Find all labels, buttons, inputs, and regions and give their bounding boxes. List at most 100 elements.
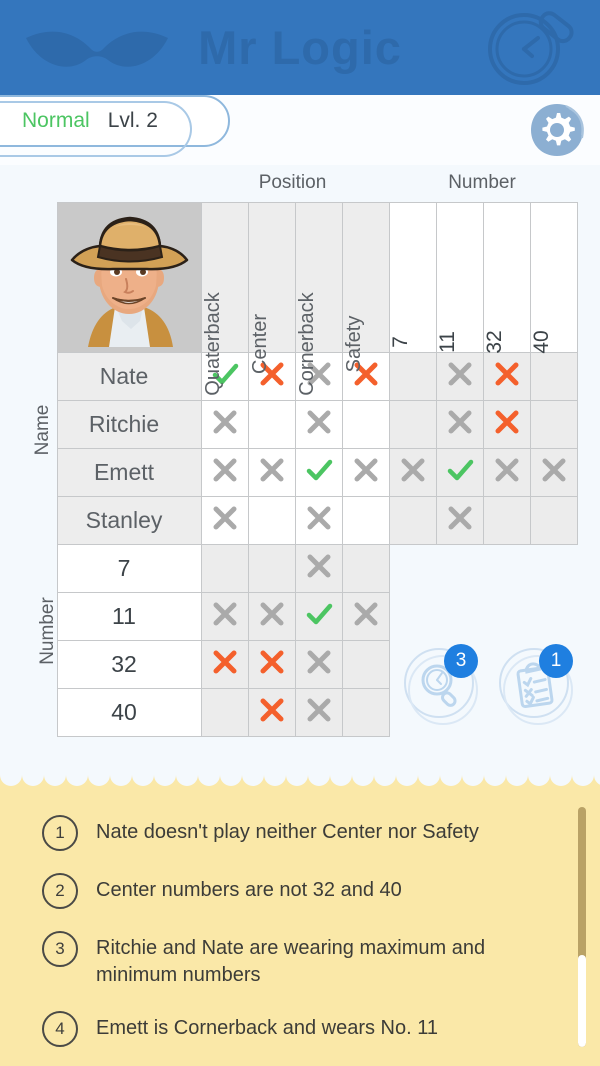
col-group-position: Position — [258, 172, 327, 193]
cell-name-3-position-0[interactable] — [201, 496, 249, 545]
cell-number-3-position-0[interactable] — [201, 688, 249, 737]
hint-button[interactable]: 3 — [404, 644, 478, 725]
cell-number-0-position-3[interactable] — [342, 544, 390, 593]
cell-empty-0-3 — [531, 545, 578, 593]
cell-name-1-position-3[interactable] — [342, 400, 390, 449]
table-row: Emett — [57, 448, 578, 497]
cross-mark-gray — [210, 599, 240, 629]
clue-item-4[interactable]: 4 Emett is Cornerback and wears No. 11 — [0, 1011, 600, 1047]
cell-number-0-position-0[interactable] — [201, 544, 249, 593]
cell-empty-1-0 — [390, 593, 437, 641]
clue-number: 4 — [42, 1011, 78, 1047]
cell-name-3-number-2[interactable] — [483, 496, 531, 545]
gear-icon — [531, 104, 584, 156]
check-mark — [304, 599, 334, 629]
cell-number-3-position-3[interactable] — [342, 688, 390, 737]
clue-text: Nate doesn't play neither Center nor Saf… — [96, 821, 479, 843]
cell-name-2-number-3[interactable] — [530, 448, 578, 497]
cell-number-2-position-1[interactable] — [248, 640, 296, 689]
cell-name-3-position-1[interactable] — [248, 496, 296, 545]
clues-scrollbar-thumb[interactable] — [578, 955, 586, 1047]
status-bar: Normal Lvl. 2 — [0, 95, 600, 165]
cell-empty-1-1 — [437, 593, 484, 641]
cross-mark-gray — [304, 695, 334, 725]
col-header-number-1: 11 — [436, 202, 484, 353]
cell-name-0-number-2[interactable] — [483, 352, 531, 401]
cell-number-1-position-0[interactable] — [201, 592, 249, 641]
clue-text: Center numbers are not 32 and 40 — [96, 879, 402, 901]
row-label-name-3: Stanley — [57, 496, 202, 545]
app-banner: Mr Logic — [0, 0, 600, 95]
clues-scrollbar[interactable] — [578, 807, 586, 1047]
cell-name-2-number-0[interactable] — [389, 448, 437, 497]
cell-name-3-number-3[interactable] — [530, 496, 578, 545]
cell-number-1-position-1[interactable] — [248, 592, 296, 641]
cell-name-2-position-2[interactable] — [295, 448, 343, 497]
cell-name-1-number-0[interactable] — [389, 400, 437, 449]
cell-name-1-position-1[interactable] — [248, 400, 296, 449]
cell-name-1-number-2[interactable] — [483, 400, 531, 449]
cell-number-3-position-2[interactable] — [295, 688, 343, 737]
notes-button[interactable]: 1 — [499, 644, 573, 725]
check-mark — [445, 455, 475, 485]
clue-number: 1 — [42, 815, 78, 851]
cell-number-0-position-1[interactable] — [248, 544, 296, 593]
cross-mark-gray — [210, 503, 240, 533]
cross-mark-red — [210, 647, 240, 677]
table-row: 40 — [57, 688, 578, 737]
detective-avatar — [58, 203, 201, 347]
level-indicator[interactable]: Normal Lvl. 2 — [0, 95, 230, 157]
cell-number-3-position-1[interactable] — [248, 688, 296, 737]
cell-name-0-number-3[interactable] — [530, 352, 578, 401]
clues-list[interactable]: 1 Nate doesn't play neither Center nor Sa… — [0, 793, 600, 1066]
cell-number-2-position-2[interactable] — [295, 640, 343, 689]
cell-number-2-position-3[interactable] — [342, 640, 390, 689]
difficulty-label: Normal — [22, 109, 90, 132]
cross-mark-gray — [351, 599, 381, 629]
cell-name-3-position-2[interactable] — [295, 496, 343, 545]
table-row: 11 — [57, 592, 578, 641]
level-label: Lvl. 2 — [107, 109, 158, 132]
notes-badge: 1 — [539, 644, 573, 678]
cross-mark-gray — [210, 455, 240, 485]
cell-number-0-position-2[interactable] — [295, 544, 343, 593]
col-header-label: 11 — [436, 331, 459, 353]
cell-name-0-number-1[interactable] — [436, 352, 484, 401]
row-label-number-3: 40 — [57, 688, 202, 737]
cell-number-1-position-2[interactable] — [295, 592, 343, 641]
cell-name-2-position-0[interactable] — [201, 448, 249, 497]
col-header-label: 7 — [389, 336, 412, 348]
cell-number-1-position-3[interactable] — [342, 592, 390, 641]
cross-mark-gray — [304, 503, 334, 533]
cell-name-2-position-3[interactable] — [342, 448, 390, 497]
cross-mark-red — [257, 695, 287, 725]
clue-item-3[interactable]: 3 Ritchie and Nate are wearing maximum an… — [0, 931, 600, 989]
cell-empty-0-2 — [484, 545, 531, 593]
cell-name-0-number-0[interactable] — [389, 352, 437, 401]
col-header-label: 32 — [483, 330, 506, 354]
cross-mark-gray — [445, 407, 475, 437]
cell-name-1-position-0[interactable] — [201, 400, 249, 449]
cell-empty-1-3 — [531, 593, 578, 641]
cell-name-2-number-2[interactable] — [483, 448, 531, 497]
cross-mark-gray — [445, 503, 475, 533]
clue-number: 2 — [42, 873, 78, 909]
cell-name-2-position-1[interactable] — [248, 448, 296, 497]
cell-name-1-position-2[interactable] — [295, 400, 343, 449]
cell-name-1-number-3[interactable] — [530, 400, 578, 449]
col-header-label: Safety — [343, 315, 365, 373]
table-row: Stanley — [57, 496, 578, 545]
clue-item-2[interactable]: 2 Center numbers are not 32 and 40 — [0, 873, 600, 909]
cross-mark-gray — [257, 455, 287, 485]
cross-mark-gray — [398, 455, 428, 485]
cell-name-3-position-3[interactable] — [342, 496, 390, 545]
cell-number-2-position-0[interactable] — [201, 640, 249, 689]
clues-panel: 1 Nate doesn't play neither Center nor Sa… — [0, 775, 600, 1066]
cell-name-2-number-1[interactable] — [436, 448, 484, 497]
cell-name-3-number-1[interactable] — [436, 496, 484, 545]
col-header-label: Center — [249, 313, 271, 375]
cell-name-1-number-1[interactable] — [436, 400, 484, 449]
cell-name-3-number-0[interactable] — [389, 496, 437, 545]
clue-item-1[interactable]: 1 Nate doesn't play neither Center nor Sa… — [0, 815, 600, 851]
settings-button[interactable] — [528, 101, 586, 159]
